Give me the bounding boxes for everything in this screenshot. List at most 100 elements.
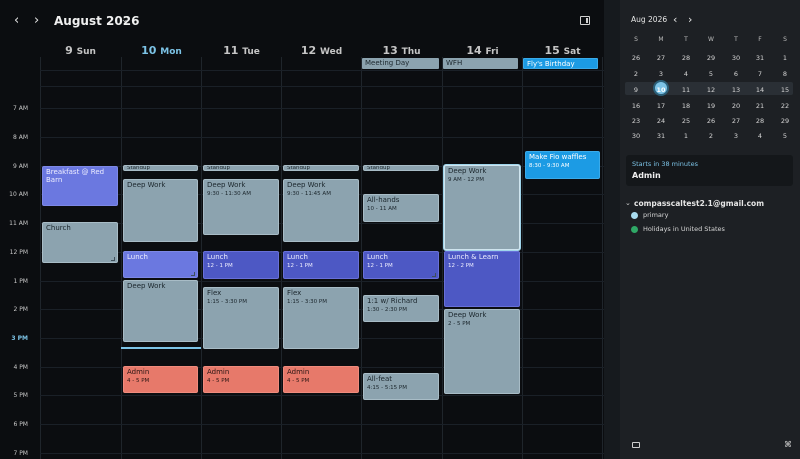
grid-divider	[602, 57, 603, 459]
mini-calendar-day[interactable]: 29	[701, 54, 721, 62]
calendar-event[interactable]: Lunch 12 - 1 PM	[203, 251, 279, 279]
command-icon[interactable]: ⌘	[784, 440, 792, 449]
calendar-app: ‹ › August 2026 ⌄ 9 Sun 10 Mon 11 Tue 12…	[0, 0, 800, 459]
mini-calendar-day[interactable]: 16	[626, 102, 646, 110]
calendar-event[interactable]: Lunch 12 - 1 PM	[283, 251, 359, 279]
calendar-event[interactable]: Standup	[123, 165, 198, 171]
mini-calendar-day[interactable]: 23	[626, 117, 646, 125]
calendar-event[interactable]: Breakfast @ Red Barn	[42, 166, 118, 206]
mini-calendar-day[interactable]: 28	[750, 117, 770, 125]
calendar-event[interactable]: Deep Work 9 AM - 12 PM	[444, 165, 520, 250]
mini-calendar-day[interactable]: 7	[750, 70, 770, 78]
calendar-event[interactable]: Deep Work	[123, 280, 198, 342]
calendar-event[interactable]: Standup	[203, 165, 279, 171]
mini-calendar-day[interactable]: 3	[651, 70, 671, 78]
allday-event[interactable]: Fly's Birthday	[523, 58, 598, 69]
mini-calendar-day[interactable]: 31	[750, 54, 770, 62]
allday-event[interactable]: Meeting Day	[362, 58, 439, 69]
panel-divider[interactable]	[604, 0, 620, 459]
calendar-event[interactable]: Deep Work 2 - 5 PM	[444, 309, 520, 394]
calendar-list-item[interactable]: primary	[631, 211, 668, 219]
mini-calendar-day[interactable]: 2	[626, 70, 646, 78]
mini-calendar-day[interactable]: 26	[626, 54, 646, 62]
calendar-event[interactable]: Flex 1:15 - 3:30 PM	[283, 287, 359, 349]
mini-calendar-day[interactable]: 4	[676, 70, 696, 78]
mini-calendar-day[interactable]: 13	[726, 86, 746, 94]
chevron-down-icon[interactable]: ⌄	[625, 199, 631, 207]
mini-calendar-day[interactable]: 12	[701, 86, 721, 94]
mini-calendar-day[interactable]: 5	[701, 70, 721, 78]
day-header-thu[interactable]: 13 Thu	[361, 44, 442, 57]
calendar-event[interactable]: Admin 4 - 5 PM	[283, 366, 359, 393]
prev-week-icon[interactable]: ‹	[14, 14, 19, 28]
calendar-list-item[interactable]: Holidays in United States	[631, 225, 725, 233]
mini-calendar-day[interactable]: 28	[676, 54, 696, 62]
day-header-sat[interactable]: 15 Sat	[522, 44, 603, 57]
day-header-sun[interactable]: 9 Sun	[40, 44, 121, 57]
time-label: 5 PM	[13, 392, 28, 399]
day-header-tue[interactable]: 11 Tue	[201, 44, 282, 57]
keyboard-icon[interactable]	[632, 442, 640, 448]
weekday-header: T	[734, 36, 738, 43]
mini-calendar-day[interactable]: 24	[651, 117, 671, 125]
calendar-event[interactable]: Admin 4 - 5 PM	[123, 366, 198, 393]
calendar-event[interactable]: Deep Work 9:30 - 11:30 AM	[203, 179, 279, 235]
mini-calendar-day[interactable]: 31	[651, 132, 671, 140]
mini-calendar-day[interactable]: 10	[651, 86, 671, 94]
calendar-event[interactable]: Lunch	[123, 251, 198, 278]
calendar-event[interactable]: Flex 1:15 - 3:30 PM	[203, 287, 279, 349]
calendar-event[interactable]: Standup	[283, 165, 359, 171]
mini-calendar-day[interactable]: 1	[775, 54, 795, 62]
mini-calendar-day[interactable]: 20	[726, 102, 746, 110]
mini-calendar-day[interactable]: 19	[701, 102, 721, 110]
resize-handle-icon[interactable]	[191, 272, 195, 276]
mini-next-icon[interactable]: ›	[688, 13, 692, 27]
calendar-event[interactable]: Make Fio waffles 8:30 - 9:30 AM	[525, 151, 600, 179]
resize-handle-icon[interactable]	[111, 257, 115, 261]
mini-calendar-day[interactable]: 27	[651, 54, 671, 62]
next-week-icon[interactable]: ›	[34, 14, 39, 28]
mini-calendar-day[interactable]: 26	[701, 117, 721, 125]
mini-calendar-day[interactable]: 30	[726, 54, 746, 62]
mini-calendar-day[interactable]: 9	[626, 86, 646, 94]
mini-calendar-day[interactable]: 22	[775, 102, 795, 110]
mini-calendar-day[interactable]: 18	[676, 102, 696, 110]
calendar-event[interactable]: All-feat 4:15 - 5:15 PM	[363, 373, 439, 400]
mini-calendar-day[interactable]: 8	[775, 70, 795, 78]
day-header-fri[interactable]: 14 Fri	[442, 44, 523, 57]
resize-handle-icon[interactable]	[432, 273, 436, 277]
sidebar-toggle-icon[interactable]	[580, 16, 590, 25]
calendar-event[interactable]: Admin 4 - 5 PM	[203, 366, 279, 393]
mini-calendar-day[interactable]: 30	[626, 132, 646, 140]
day-header-mon[interactable]: 10 Mon	[121, 44, 202, 57]
calendar-event[interactable]: Standup	[363, 165, 439, 171]
mini-calendar-day[interactable]: 14	[750, 86, 770, 94]
mini-calendar-day[interactable]: 27	[726, 117, 746, 125]
calendar-event[interactable]: Church	[42, 222, 118, 263]
mini-calendar-day[interactable]: 11	[676, 86, 696, 94]
mini-prev-icon[interactable]: ‹	[673, 13, 677, 27]
mini-calendar-day[interactable]: 1	[676, 132, 696, 140]
allday-event[interactable]: WFH	[443, 58, 518, 69]
account-email[interactable]: compasscaltest2.1@gmail.com	[634, 199, 764, 208]
chevron-down-icon[interactable]: ⌄	[121, 15, 129, 25]
mini-calendar-day[interactable]: 17	[651, 102, 671, 110]
calendar-event[interactable]: Deep Work 9:30 - 11:45 AM	[283, 179, 359, 242]
mini-calendar-day[interactable]: 6	[726, 70, 746, 78]
mini-calendar-day[interactable]: 4	[750, 132, 770, 140]
calendar-event[interactable]: 1:1 w/ Richard 1:30 - 2:30 PM	[363, 295, 439, 322]
upcoming-event-card[interactable]: Starts in 38 minutes Admin	[626, 155, 793, 186]
mini-calendar-day[interactable]: 2	[701, 132, 721, 140]
mini-calendar-day[interactable]: 29	[775, 117, 795, 125]
mini-calendar-day[interactable]: 5	[775, 132, 795, 140]
mini-calendar-day[interactable]: 15	[775, 86, 795, 94]
calendar-event[interactable]: Lunch 12 - 1 PM	[363, 251, 439, 279]
mini-calendar-day[interactable]: 3	[726, 132, 746, 140]
mini-calendar-day[interactable]: 21	[750, 102, 770, 110]
calendar-event[interactable]: Deep Work	[123, 179, 198, 242]
calendar-event[interactable]: Lunch & Learn 12 - 2 PM	[444, 251, 520, 307]
day-header-wed[interactable]: 12 Wed	[281, 44, 362, 57]
calendar-event[interactable]: All-hands 10 - 11 AM	[363, 194, 439, 222]
mini-calendar-day[interactable]: 25	[676, 117, 696, 125]
event-time: 1:15 - 3:30 PM	[287, 299, 327, 305]
